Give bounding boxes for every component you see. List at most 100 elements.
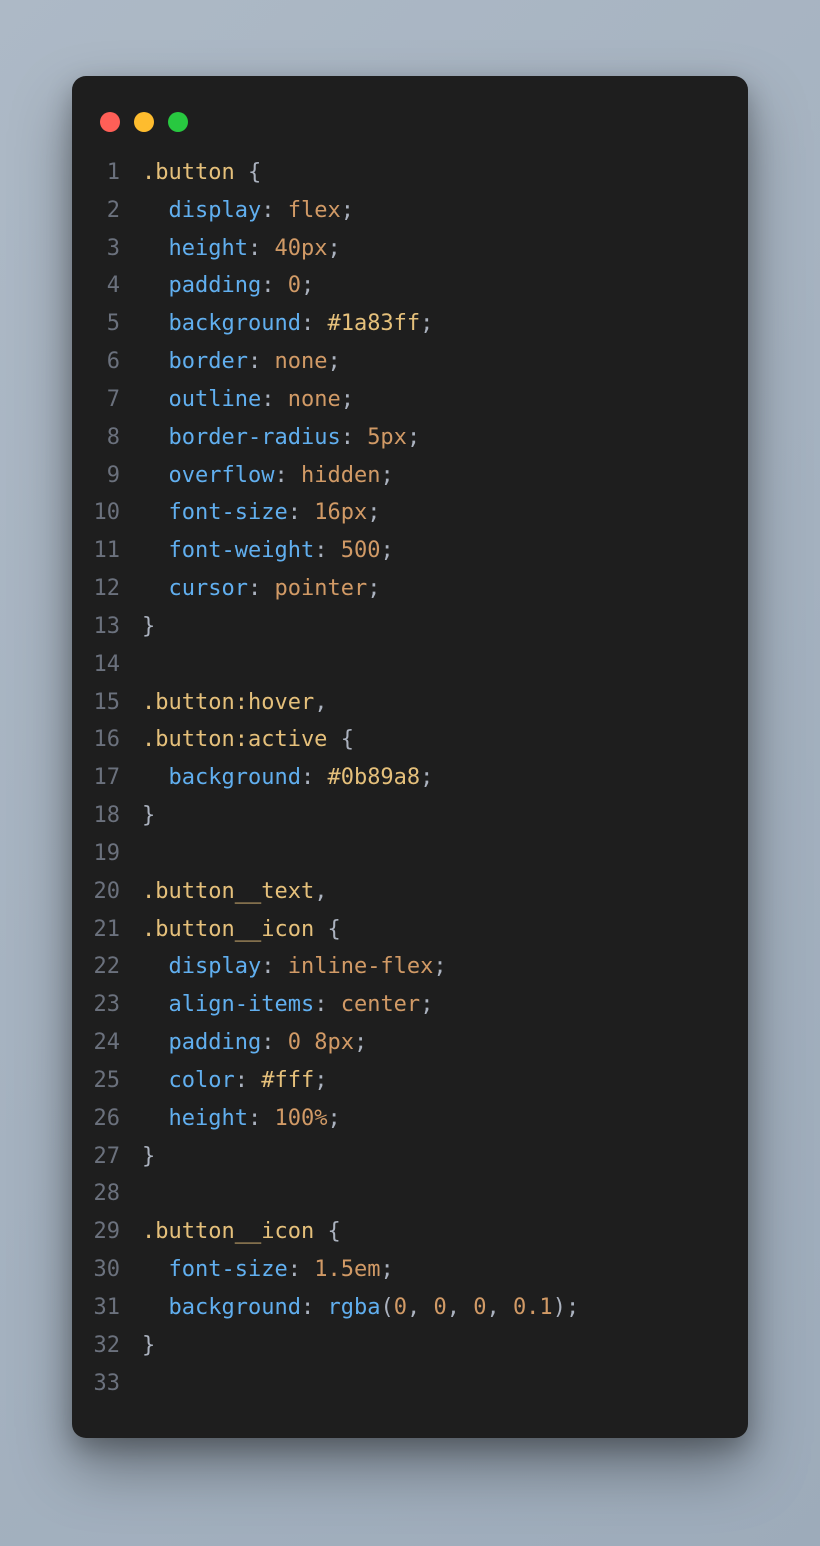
line-number: 27 bbox=[88, 1138, 142, 1176]
token-p: : bbox=[235, 1068, 262, 1093]
minimize-icon[interactable] bbox=[134, 112, 154, 132]
code-content: .button__icon { bbox=[142, 911, 720, 949]
token-p: : bbox=[261, 387, 288, 412]
token-p: ; bbox=[367, 500, 380, 525]
token-p bbox=[301, 1030, 314, 1055]
token-p: : bbox=[301, 1295, 328, 1320]
code-content bbox=[142, 1365, 720, 1403]
line-number: 16 bbox=[88, 721, 142, 759]
code-content: display: inline-flex; bbox=[142, 948, 720, 986]
code-line: 24 padding: 0 8px; bbox=[88, 1024, 720, 1062]
token-prop: display bbox=[169, 954, 262, 979]
token-brace: { bbox=[327, 1219, 340, 1244]
code-line: 32} bbox=[88, 1327, 720, 1365]
token-sel: .button__text bbox=[142, 879, 314, 904]
token-p: : bbox=[248, 236, 275, 261]
code-content: font-weight: 500; bbox=[142, 532, 720, 570]
code-content: height: 100%; bbox=[142, 1100, 720, 1138]
token-num: 0.1 bbox=[513, 1295, 553, 1320]
token-prop: cursor bbox=[169, 576, 248, 601]
line-number: 25 bbox=[88, 1062, 142, 1100]
token-p bbox=[142, 765, 169, 790]
code-content: overflow: hidden; bbox=[142, 457, 720, 495]
code-line: 7 outline: none; bbox=[88, 381, 720, 419]
token-num: 16px bbox=[314, 500, 367, 525]
code-content bbox=[142, 835, 720, 873]
line-number: 33 bbox=[88, 1365, 142, 1403]
token-p bbox=[142, 425, 169, 450]
line-number: 2 bbox=[88, 192, 142, 230]
line-number: 4 bbox=[88, 267, 142, 305]
code-content: font-size: 16px; bbox=[142, 494, 720, 532]
token-num: 100% bbox=[274, 1106, 327, 1131]
code-line: 14 bbox=[88, 646, 720, 684]
token-p: : bbox=[314, 992, 341, 1017]
token-p bbox=[142, 992, 169, 1017]
line-number: 29 bbox=[88, 1213, 142, 1251]
token-p: ; bbox=[314, 1068, 327, 1093]
code-editor[interactable]: 1.button {2 display: flex;3 height: 40px… bbox=[72, 154, 748, 1410]
line-number: 28 bbox=[88, 1175, 142, 1213]
token-brace: { bbox=[248, 160, 261, 185]
token-p: ; bbox=[407, 425, 420, 450]
token-sel: .button__icon bbox=[142, 1219, 327, 1244]
code-line: 4 padding: 0; bbox=[88, 267, 720, 305]
token-brace: } bbox=[142, 1333, 155, 1358]
token-p: : bbox=[301, 765, 328, 790]
line-number: 12 bbox=[88, 570, 142, 608]
code-line: 10 font-size: 16px; bbox=[88, 494, 720, 532]
code-line: 19 bbox=[88, 835, 720, 873]
token-p bbox=[142, 954, 169, 979]
code-line: 22 display: inline-flex; bbox=[88, 948, 720, 986]
code-line: 30 font-size: 1.5em; bbox=[88, 1251, 720, 1289]
code-content: border-radius: 5px; bbox=[142, 419, 720, 457]
line-number: 22 bbox=[88, 948, 142, 986]
line-number: 1 bbox=[88, 154, 142, 192]
token-prop: overflow bbox=[169, 463, 275, 488]
code-content: } bbox=[142, 1138, 720, 1176]
line-number: 9 bbox=[88, 457, 142, 495]
code-content: } bbox=[142, 1327, 720, 1365]
code-content: } bbox=[142, 608, 720, 646]
token-p: , bbox=[407, 1295, 434, 1320]
token-num: 0 bbox=[433, 1295, 446, 1320]
token-val: pointer bbox=[274, 576, 367, 601]
code-content: display: flex; bbox=[142, 192, 720, 230]
token-p: : bbox=[288, 1257, 315, 1282]
token-p: ( bbox=[380, 1295, 393, 1320]
token-prop: height bbox=[169, 1106, 248, 1131]
token-p: : bbox=[261, 954, 288, 979]
code-content: font-size: 1.5em; bbox=[142, 1251, 720, 1289]
line-number: 32 bbox=[88, 1327, 142, 1365]
token-p bbox=[142, 311, 169, 336]
token-num: 0 bbox=[394, 1295, 407, 1320]
code-line: 31 background: rgba(0, 0, 0, 0.1); bbox=[88, 1289, 720, 1327]
token-num: 500 bbox=[341, 538, 381, 563]
code-line: 11 font-weight: 500; bbox=[88, 532, 720, 570]
token-sel: .button__icon bbox=[142, 917, 327, 942]
token-p bbox=[142, 1257, 169, 1282]
code-content: cursor: pointer; bbox=[142, 570, 720, 608]
token-sel: .button:hover bbox=[142, 690, 314, 715]
token-prop: color bbox=[169, 1068, 235, 1093]
token-prop: background bbox=[169, 311, 301, 336]
token-num: 40px bbox=[274, 236, 327, 261]
code-line: 33 bbox=[88, 1365, 720, 1403]
line-number: 31 bbox=[88, 1289, 142, 1327]
code-line: 15.button:hover, bbox=[88, 684, 720, 722]
token-p: ; bbox=[341, 387, 354, 412]
code-line: 8 border-radius: 5px; bbox=[88, 419, 720, 457]
token-p bbox=[142, 1181, 155, 1206]
line-number: 11 bbox=[88, 532, 142, 570]
close-icon[interactable] bbox=[100, 112, 120, 132]
code-line: 12 cursor: pointer; bbox=[88, 570, 720, 608]
token-p: , bbox=[486, 1295, 513, 1320]
zoom-icon[interactable] bbox=[168, 112, 188, 132]
code-line: 13} bbox=[88, 608, 720, 646]
token-p bbox=[142, 576, 169, 601]
token-p bbox=[142, 387, 169, 412]
token-brace: } bbox=[142, 803, 155, 828]
line-number: 10 bbox=[88, 494, 142, 532]
line-number: 23 bbox=[88, 986, 142, 1024]
token-p: , bbox=[314, 879, 327, 904]
